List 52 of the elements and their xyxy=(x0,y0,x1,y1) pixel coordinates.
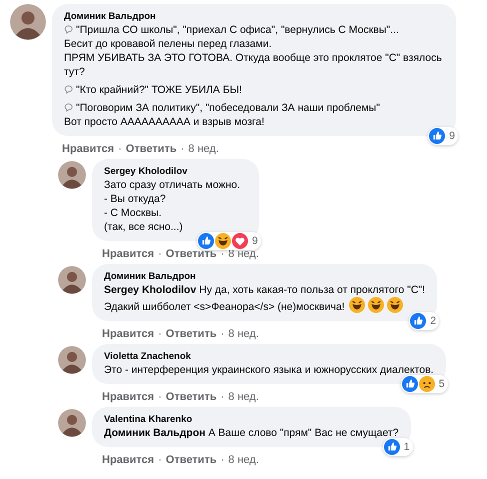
author-name[interactable]: Sergey Kholodilov xyxy=(104,165,247,178)
reactions-badge[interactable]: 9 xyxy=(428,127,458,145)
reaction-count: 9 xyxy=(449,130,455,142)
avatar[interactable] xyxy=(58,161,86,189)
reaction-count: 2 xyxy=(430,315,436,327)
reaction-count: 1 xyxy=(404,441,410,453)
avatar[interactable] xyxy=(58,346,86,374)
separator-dot: · xyxy=(118,143,122,156)
comment-text: "Пришла СО школы", "приехал С офиса", "вернулись С Москвы"... Бесит до кровавой пелены перед глазами. ПРЯМ УБИВАТЬ ЗА ЭТО ГОТОВА. Откуда вообще это проклятое "С" взялось тут? xyxy=(64,23,443,79)
like-link[interactable]: Нравится xyxy=(102,248,154,261)
author-name[interactable]: Valentina Kharenko xyxy=(104,413,399,426)
like-link[interactable]: Нравится xyxy=(102,391,154,404)
speech-bubble-icon xyxy=(64,25,73,34)
like-link[interactable]: Нравится xyxy=(102,328,154,341)
reply-link[interactable]: Ответить xyxy=(166,391,217,404)
comment-text: Это - интерференция украинского языка и южнорусских диалектов. xyxy=(104,363,434,377)
like-link[interactable]: Нравится xyxy=(62,143,114,156)
comment-text: "Кто крайний?" ТОЖЕ УБИЛА БЫ! xyxy=(64,83,444,97)
avatar[interactable] xyxy=(10,4,46,40)
avatar[interactable] xyxy=(58,409,86,437)
separator-dot: · xyxy=(180,143,184,156)
separator-dot: · xyxy=(158,391,162,404)
reaction-count: 5 xyxy=(438,378,445,390)
like-link[interactable]: Нравится xyxy=(102,454,154,467)
reply-link[interactable]: Ответить xyxy=(126,143,177,156)
timestamp[interactable]: 8 нед. xyxy=(228,391,259,404)
reactions-badge[interactable]: 9 xyxy=(197,232,261,250)
reactions-badge[interactable]: 5 xyxy=(400,375,448,393)
comment-text: Доминик Вальдрон А Ваше слово "прям" Вас не смущает? xyxy=(104,426,399,440)
avatar[interactable] xyxy=(58,266,86,294)
timestamp[interactable]: 8 нед. xyxy=(188,143,219,156)
separator-dot: · xyxy=(220,248,224,261)
timestamp[interactable]: 8 нед. xyxy=(228,328,259,341)
comment-text: "Поговорим ЗА политику", "побеседовали ЗА наши проблемы" Вот просто АААААААААА и взрыв мозга! xyxy=(64,101,381,129)
reply-link[interactable]: Ответить xyxy=(166,328,217,341)
separator-dot: · xyxy=(158,248,162,261)
comment-text: Sergey Kholodilov Ну да, хоть какая-то польза от проклятого "С"! Эдакий шибболет <s>Феанора</s> (не)москвича! xyxy=(104,283,426,314)
reactions-badge[interactable]: 2 xyxy=(409,312,440,330)
reply-link[interactable]: Ответить xyxy=(166,454,217,467)
separator-dot: · xyxy=(158,328,162,341)
separator-dot: · xyxy=(220,391,224,404)
reply-link[interactable]: Ответить xyxy=(166,248,217,261)
author-name[interactable]: Доминик Вальдрон xyxy=(104,270,426,283)
author-name[interactable]: Доминик Вальдрон xyxy=(64,10,444,23)
author-name[interactable]: Violetta Znachenok xyxy=(104,350,434,363)
comment-text: Зато сразу отличать можно. - Вы откуда? - С Москвы. (так, все ясно...) xyxy=(104,178,242,234)
separator-dot: · xyxy=(158,454,162,467)
separator-dot: · xyxy=(220,454,224,467)
reaction-count: 9 xyxy=(252,235,258,247)
timestamp[interactable]: 8 нед. xyxy=(228,454,259,467)
reactions-badge[interactable]: 1 xyxy=(382,438,413,456)
separator-dot: · xyxy=(220,328,224,341)
